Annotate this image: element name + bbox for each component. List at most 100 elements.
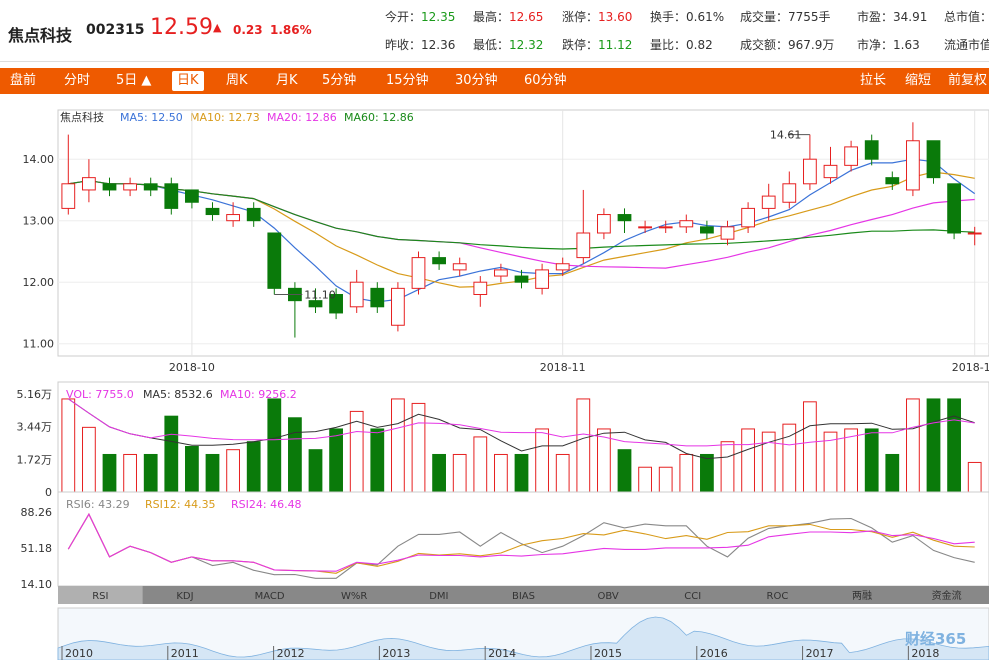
indicator-tab-10[interactable]: 资金流 [932, 589, 962, 602]
zoom-tab-1[interactable]: 缩短 [905, 68, 931, 94]
indicator-tab-5[interactable]: BIAS [512, 591, 535, 602]
stat-label: 成交额： [740, 38, 789, 52]
candle-body [391, 287, 405, 326]
volume-bar [679, 453, 694, 493]
indicator-tab-4[interactable]: DMI [429, 591, 448, 602]
volume-bar [700, 453, 714, 493]
candle-body [370, 287, 385, 308]
stat-value: 1.63 [893, 38, 920, 52]
indicator-tab-3[interactable]: W%R [341, 591, 367, 602]
candle-body [761, 195, 776, 209]
candle-body [700, 226, 714, 234]
volume-bar [555, 453, 570, 493]
stat-label: 成交量： [740, 10, 789, 24]
volume-ytick-1: 3.44万 [17, 421, 53, 434]
navigator-year-7: 2017 [806, 647, 834, 660]
stat-1: 最高：12.65 [473, 8, 543, 25]
volume-bar [267, 398, 282, 493]
ma-line-ma10 [68, 171, 975, 288]
volume-bar [473, 436, 488, 493]
stock-chart[interactable]: 焦点科技 MA5: 12.50 MA10: 12.73 MA20: 12.86 MA60… [0, 94, 989, 660]
stat-label: 跌停： [562, 38, 599, 52]
candle-body [205, 207, 220, 216]
stat-label: 市盈： [857, 10, 894, 24]
candle-body [143, 183, 158, 191]
candle-body [246, 207, 261, 222]
indicator-tab-2[interactable]: MACD [255, 591, 285, 602]
stat-label: 市净： [857, 38, 894, 52]
stat-label: 最低： [473, 38, 510, 52]
candle-body [514, 275, 529, 283]
candle-body [308, 300, 323, 308]
period-tab-4[interactable]: 周K [226, 68, 248, 94]
navigator-year-6: 2016 [700, 647, 728, 660]
stat-label: 今开： [385, 10, 422, 24]
volume-ytick-3: 0 [45, 486, 52, 499]
volume-bar [720, 441, 735, 493]
volume-bar [102, 453, 117, 493]
ma-line-ma20 [68, 180, 975, 269]
candle-body [885, 177, 900, 185]
indicator-tab-8[interactable]: ROC [767, 591, 789, 602]
price-ytick-3: 11.00 [23, 338, 55, 351]
candle-body [576, 232, 591, 259]
volume-bar [308, 449, 323, 493]
candle-body [349, 281, 364, 308]
current-price: 12.59 [150, 15, 213, 40]
candle-body [617, 214, 632, 222]
candle-body [782, 183, 797, 203]
period-tab-2[interactable]: 5日 ▲ [116, 68, 151, 94]
candle-body [803, 158, 817, 185]
indicator-tab-7[interactable]: CCI [684, 591, 701, 602]
indicator-tab-6[interactable]: OBV [598, 591, 619, 602]
price-legend-3: MA60: 12.86 [344, 111, 414, 124]
watermark-logo: 财经365 [905, 630, 966, 648]
stat-label: 流通市值： [944, 38, 989, 52]
candle-body [82, 177, 96, 191]
period-tab-0[interactable]: 盘前 [10, 68, 36, 94]
candle-body [432, 257, 446, 265]
zoom-tab-2[interactable]: 前复权 [948, 68, 987, 94]
candle-body [452, 263, 467, 271]
candle-body [267, 232, 282, 289]
zoom-tab-0[interactable]: 拉长 [860, 68, 886, 94]
annotation-0: 14.61 [770, 129, 802, 142]
candle-body [823, 164, 838, 179]
stat-label: 换手： [650, 10, 687, 24]
stat-9: 跌停：11.12 [562, 36, 632, 53]
period-tab-6[interactable]: 5分钟 [322, 68, 356, 94]
period-tab-8[interactable]: 30分钟 [455, 68, 498, 94]
candle-body [102, 183, 117, 191]
stat-value: 0.61% [686, 10, 725, 24]
volume-bar [535, 428, 549, 493]
stat-12: 市净：1.63 [857, 36, 920, 53]
stat-value: 12.36 [421, 38, 456, 52]
stat-6: 总市值： [944, 8, 989, 25]
stat-value: 13.60 [598, 10, 633, 24]
candle-body [597, 214, 611, 234]
navigator-year-1: 2011 [171, 647, 199, 660]
indicator-tab-1[interactable]: KDJ [176, 591, 193, 602]
volume-bar [576, 398, 591, 493]
candle-body [535, 269, 549, 289]
stock-name: 焦点科技 [8, 26, 73, 45]
candle-body [741, 207, 755, 228]
period-tab-5[interactable]: 月K [276, 68, 298, 94]
stat-value: 11.12 [598, 38, 633, 52]
indicator-tab-0[interactable]: RSI [92, 591, 108, 602]
period-tab-1[interactable]: 分时 [64, 68, 90, 94]
candle-body [720, 226, 735, 240]
period-tab-7[interactable]: 15分钟 [386, 68, 429, 94]
indicator-tab-9[interactable]: 两融 [852, 590, 872, 602]
price-xtick-2: 2018-12 [952, 361, 989, 374]
volume-bar [185, 445, 199, 493]
volume-bar [514, 453, 529, 493]
volume-bar [494, 453, 508, 493]
volume-ma-0 [68, 398, 975, 460]
period-tab-9[interactable]: 60分钟 [524, 68, 567, 94]
volume-legend-0: VOL: 7755.0 [66, 388, 134, 401]
candle-body [906, 140, 920, 191]
period-tab-3[interactable]: 日K [172, 71, 204, 91]
navigator-year-4: 2014 [488, 647, 516, 660]
stat-label: 昨收： [385, 38, 422, 52]
